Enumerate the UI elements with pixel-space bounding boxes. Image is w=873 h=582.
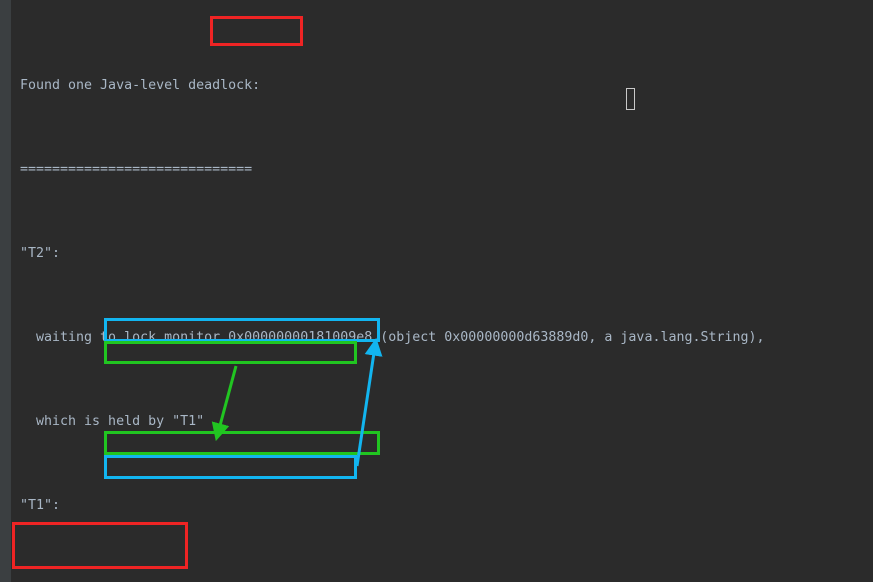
line-header: Found one Java-level deadlock:: [20, 75, 873, 96]
line-thread-t2-name: "T2":: [20, 246, 61, 261]
line-separator-top: =============================: [20, 162, 253, 177]
thread-dump-console[interactable]: Found one Java-level deadlock: =========…: [0, 0, 873, 582]
line-thread-t1-name: "T1":: [20, 498, 61, 513]
header-deadlock-keyword: deadlock:: [188, 78, 261, 93]
editor-gutter: [0, 0, 11, 582]
line-thread-t2-waiting: waiting to lock monitor 0x00000000181009…: [20, 327, 873, 348]
line-thread-t2-heldby: which is held by "T1": [20, 414, 205, 429]
t2-waiting-post-text: d0, a java.lang.String),: [572, 330, 765, 345]
header-prefix-text: Found one Java-level: [20, 78, 189, 93]
t2-waiting-pre-text: waiting to lock monitor 0x00000000181009…: [20, 330, 565, 345]
console-output-text[interactable]: Found one Java-level deadlock: =========…: [11, 0, 873, 582]
